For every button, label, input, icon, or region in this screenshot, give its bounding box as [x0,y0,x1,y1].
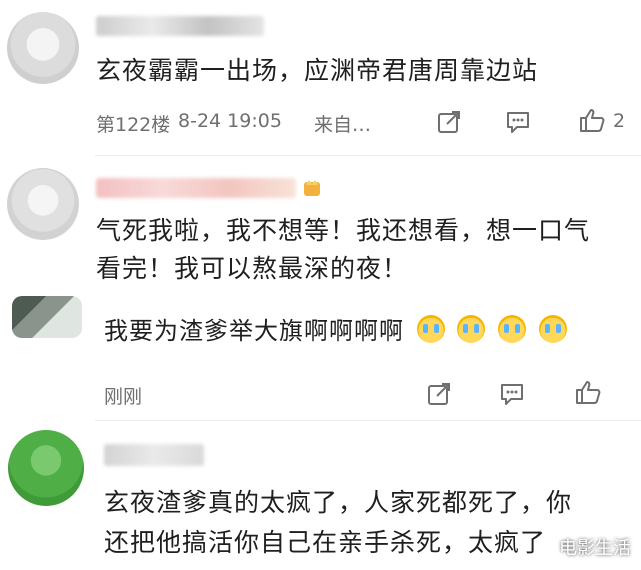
comment-text: 看完！我可以熬最深的夜！ [96,254,409,283]
comment-text: 气死我啦，我不想等！我还想看，想一口气 [96,216,591,245]
comment-text: 我要为渣爹举大旗啊啊啊啊 [104,314,567,348]
comment-time: 刚刚 [104,386,143,408]
thumbs-up-icon[interactable] [578,106,606,134]
username-blurred[interactable] [96,16,264,36]
comment-text: 还把他搞活你自己在亲手杀死，太疯了 [104,528,547,557]
comment-text: 玄夜渣爹真的太疯了，人家死都死了，你 [104,488,573,517]
share-icon[interactable] [425,380,453,408]
divider [95,155,641,156]
comment-datetime: 8-24 19:05 [178,110,282,132]
share-icon[interactable] [435,108,463,136]
comment-text-content: 我要为渣爹举大旗啊啊啊啊 [104,317,404,345]
comment-source: 来自… [314,114,372,136]
crying-emoji-icon [457,315,486,343]
comment-icon[interactable] [498,380,526,408]
crying-emoji-icon [416,315,445,343]
comment-text: 玄夜霸霸一出场，应渊帝君唐周靠边站 [96,56,539,85]
avatar[interactable] [8,430,84,506]
like-count: 2 [613,110,626,132]
floor-number: 第122楼 [96,114,171,136]
username-blurred[interactable] [104,444,204,466]
username-blurred[interactable] [96,178,296,198]
divider [95,420,641,421]
crying-emoji-icon [538,315,567,343]
avatar[interactable] [7,12,79,84]
avatar[interactable] [12,296,82,338]
thumbs-up-icon[interactable] [574,378,602,406]
crying-emoji-icon [497,315,526,343]
vip-crown-icon [302,176,322,198]
avatar[interactable] [7,168,79,240]
comment-icon[interactable] [504,108,532,136]
watermark: 电影生活 [559,538,631,559]
